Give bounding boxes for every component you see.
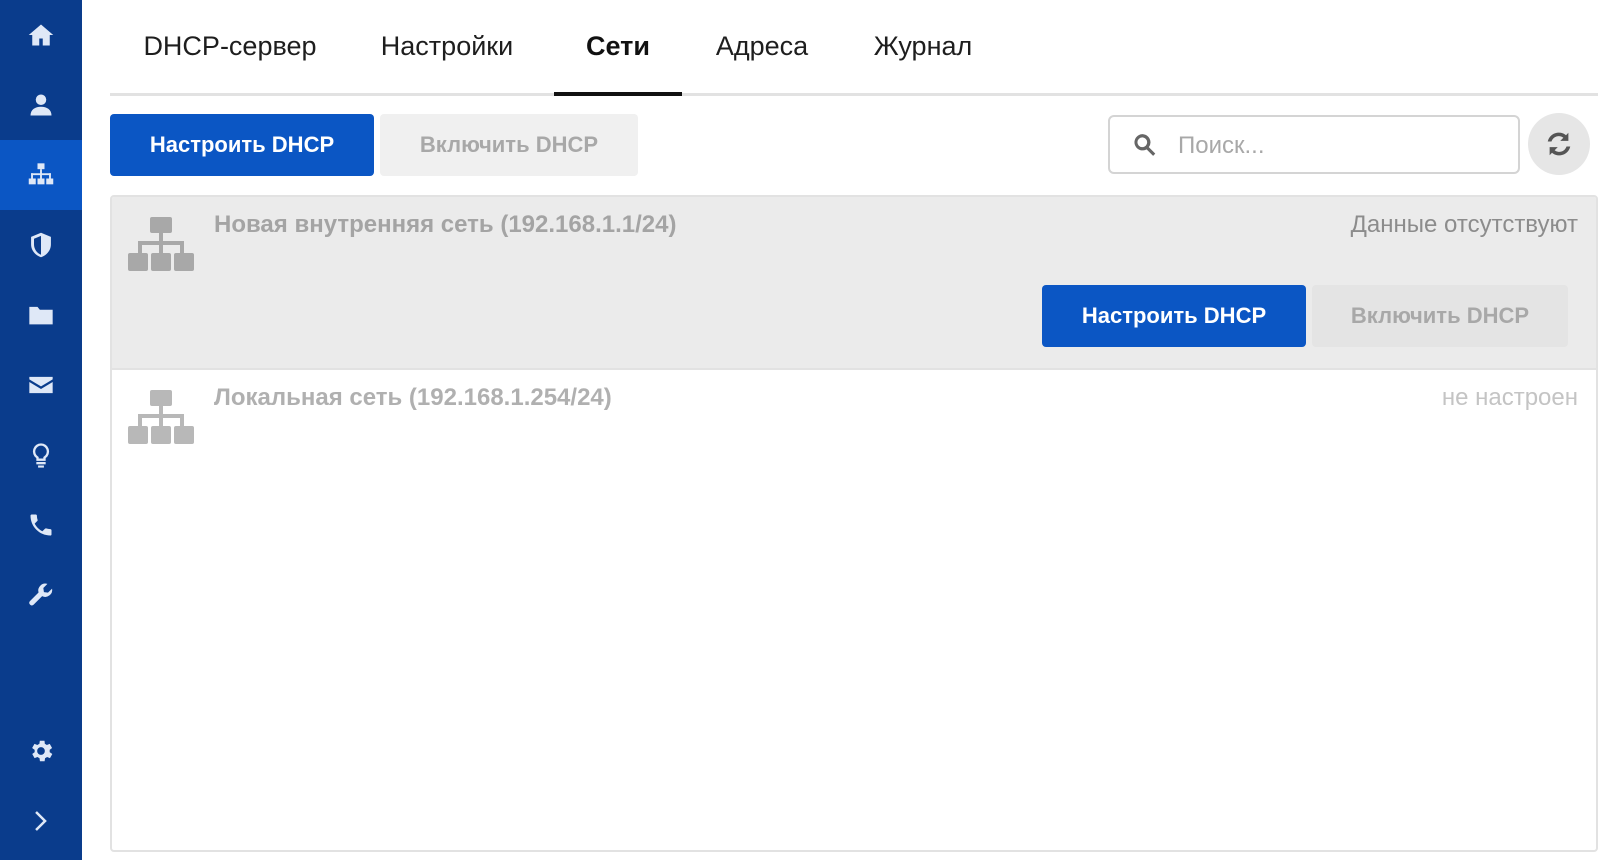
sidebar-item-ideas[interactable] <box>0 420 82 490</box>
home-icon <box>28 24 54 46</box>
tab-settings[interactable]: Настройки <box>350 0 544 93</box>
tab-dhcp-server[interactable]: DHCP-сервер <box>110 0 350 93</box>
sidebar-item-network[interactable] <box>0 140 82 210</box>
tab-networks[interactable]: Сети <box>554 0 682 96</box>
network-icon <box>128 390 194 446</box>
sidebar-item-files[interactable] <box>0 280 82 350</box>
network-status: Данные отсутствуют <box>1350 211 1578 238</box>
tab-log[interactable]: Журнал <box>848 0 998 93</box>
row-enable-dhcp-button[interactable]: Включить DHCP <box>1312 285 1568 347</box>
chevron-right-icon <box>35 811 47 831</box>
tab-addresses[interactable]: Адреса <box>682 0 842 93</box>
user-icon <box>30 94 52 116</box>
network-row-local[interactable]: Локальная сеть (192.168.1.254/24) не нас… <box>112 370 1596 490</box>
wrench-icon <box>29 583 53 606</box>
sidebar-item-security[interactable] <box>0 210 82 280</box>
sidebar-item-home[interactable] <box>0 0 82 70</box>
network-name: Локальная сеть (192.168.1.254/24) <box>214 384 612 411</box>
refresh-icon <box>1547 132 1571 156</box>
refresh-button[interactable] <box>1528 113 1590 175</box>
tab-bar: DHCP-сервер Настройки Сети Адреса Журнал <box>110 0 1598 96</box>
sidebar-item-telephony[interactable] <box>0 490 82 560</box>
enable-dhcp-button[interactable]: Включить DHCP <box>380 114 638 176</box>
network-status: не настроен <box>1441 384 1578 411</box>
search-icon <box>1134 134 1156 156</box>
sidebar-item-tools[interactable] <box>0 560 82 630</box>
network-icon <box>28 163 54 185</box>
shield-icon <box>31 232 51 258</box>
gear-icon <box>32 740 53 762</box>
sidebar <box>0 0 82 860</box>
phone-icon <box>30 514 52 536</box>
sidebar-item-settings[interactable] <box>0 716 82 786</box>
network-row-internal[interactable]: Новая внутренняя сеть (192.168.1.1/24) Д… <box>112 197 1596 370</box>
sidebar-item-users[interactable] <box>0 70 82 140</box>
envelope-icon <box>29 376 53 394</box>
search-input[interactable] <box>1176 125 1510 167</box>
network-icon <box>128 217 194 273</box>
folder-icon <box>29 306 53 325</box>
network-name: Новая внутренняя сеть (192.168.1.1/24) <box>214 211 677 238</box>
lightbulb-icon <box>32 443 50 468</box>
row-configure-dhcp-button[interactable]: Настроить DHCP <box>1042 285 1306 347</box>
networks-list: Новая внутренняя сеть (192.168.1.1/24) Д… <box>110 195 1598 852</box>
sidebar-expand-button[interactable] <box>0 786 82 856</box>
search-box <box>1108 115 1520 174</box>
configure-dhcp-button[interactable]: Настроить DHCP <box>110 114 374 176</box>
sidebar-item-mail[interactable] <box>0 350 82 420</box>
